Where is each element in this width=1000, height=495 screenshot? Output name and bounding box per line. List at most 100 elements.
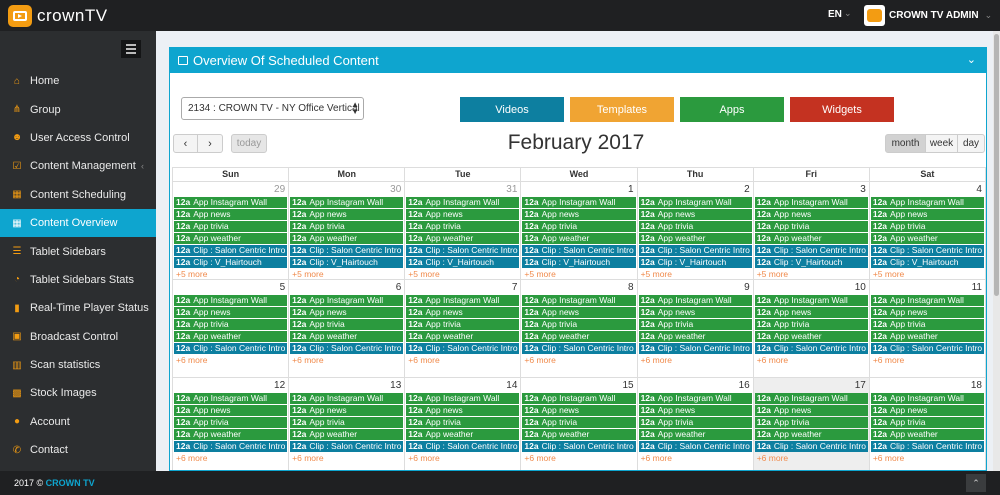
calendar-event[interactable]: 12a App Instagram Wall [870, 393, 984, 404]
calendar-event[interactable]: 12a App news [290, 209, 404, 220]
calendar-event[interactable]: 12a App Instagram Wall [870, 295, 984, 306]
calendar-event[interactable]: 12a App weather [754, 331, 868, 342]
calendar-event[interactable]: 12a App weather [522, 429, 636, 440]
calendar-event[interactable]: 12a App Instagram Wall [638, 393, 752, 404]
calendar-day[interactable]: 16 12a App Instagram Wall 12a App news 12a App… [638, 378, 754, 470]
calendar-event[interactable]: 12a Clip : Salon Centric Intro [870, 343, 984, 354]
calendar-event[interactable]: 12a App news [754, 307, 868, 318]
more-events-link[interactable]: +6 more [290, 355, 403, 366]
day-number[interactable]: 8 [628, 282, 634, 293]
calendar-day[interactable]: 9 12a App Instagram Wall 12a App news 12a App … [638, 280, 754, 377]
calendar-event[interactable]: 12a Clip : Salon Centric Intro [174, 343, 288, 354]
page-scrollbar[interactable] [993, 31, 1000, 471]
calendar-event[interactable]: 12a Clip : V_Hairtouch [754, 257, 868, 268]
calendar-event[interactable]: 12a App news [638, 307, 752, 318]
day-number[interactable]: 4 [976, 184, 982, 195]
calendar-event[interactable]: 12a App weather [754, 429, 868, 440]
today-button[interactable]: today [231, 134, 267, 153]
day-number[interactable]: 31 [506, 184, 517, 195]
calendar-event[interactable]: 12a App weather [290, 233, 404, 244]
calendar-day[interactable]: 30 12a App Instagram Wall 12a App news 12a App… [289, 182, 406, 279]
calendar-event[interactable]: 12a App news [870, 405, 984, 416]
calendar-event[interactable]: 12a App trivia [638, 417, 752, 428]
calendar-event[interactable]: 12a Clip : Salon Centric Intro [290, 343, 404, 354]
calendar-event[interactable]: 12a Clip : Salon Centric Intro [406, 343, 520, 354]
calendar-event[interactable]: 12a App trivia [638, 319, 752, 330]
widgets-button[interactable]: Widgets [790, 97, 894, 122]
calendar-event[interactable]: 12a App news [522, 209, 636, 220]
calendar-day[interactable]: 3 12a App Instagram Wall 12a App news 12a App … [754, 182, 870, 279]
calendar-event[interactable]: 12a App news [406, 307, 520, 318]
calendar-event[interactable]: 12a App news [870, 307, 984, 318]
calendar-event[interactable]: 12a App trivia [290, 221, 404, 232]
calendar-event[interactable]: 12a App news [406, 209, 520, 220]
calendar-event[interactable]: 12a App Instagram Wall [522, 197, 636, 208]
calendar-event[interactable]: 12a App trivia [870, 319, 984, 330]
calendar-event[interactable]: 12a Clip : Salon Centric Intro [754, 343, 868, 354]
calendar-event[interactable]: 12a App trivia [290, 319, 404, 330]
videos-button[interactable]: Videos [460, 97, 564, 122]
more-events-link[interactable]: +6 more [871, 355, 984, 366]
day-number[interactable]: 15 [622, 380, 633, 391]
calendar-event[interactable]: 12a App weather [870, 429, 984, 440]
calendar-day[interactable]: 14 12a App Instagram Wall 12a App news 12a App… [405, 378, 522, 470]
more-events-link[interactable]: +6 more [290, 453, 403, 464]
calendar-event[interactable]: 12a Clip : Salon Centric Intro [522, 343, 636, 354]
calendar-event[interactable]: 12a Clip : V_Hairtouch [174, 257, 288, 268]
calendar-event[interactable]: 12a App trivia [174, 221, 288, 232]
calendar-event[interactable]: 12a App news [290, 405, 404, 416]
calendar-day[interactable]: 17 12a App Instagram Wall 12a App news 12a App… [753, 378, 870, 470]
calendar-event[interactable]: 12a App weather [754, 233, 868, 244]
crowntv-logo[interactable]: crownTV [8, 4, 108, 28]
user-menu[interactable]: CROWN TV ADMIN ⌄ [864, 4, 992, 26]
more-events-link[interactable]: +5 more [406, 269, 519, 279]
calendar-day[interactable]: 4 12a App Instagram Wall 12a App news 12a App … [870, 182, 985, 279]
day-view-button[interactable]: day [957, 134, 985, 153]
calendar-event[interactable]: 12a App weather [522, 233, 636, 244]
display-select[interactable]: 2134 : CROWN TV - NY Office Vertical ▲ ▼ [181, 97, 364, 120]
calendar-day[interactable]: 10 12a App Instagram Wall 12a App news 12a App… [754, 280, 870, 377]
calendar-event[interactable]: 12a App news [174, 405, 288, 416]
calendar-event[interactable]: 12a App trivia [406, 221, 520, 232]
more-events-link[interactable]: +6 more [639, 355, 752, 366]
scrollbar-thumb[interactable] [994, 34, 999, 296]
day-number[interactable]: 13 [390, 380, 401, 391]
menu-toggle-icon[interactable] [121, 40, 141, 58]
sidebar-item-tablet-sidebars-stats[interactable]: ◔ Tablet Sidebars Stats [0, 266, 156, 294]
calendar-event[interactable]: 12a App weather [406, 233, 520, 244]
calendar-event[interactable]: 12a App weather [290, 429, 404, 440]
month-view-button[interactable]: month [885, 134, 926, 153]
calendar-event[interactable]: 12a App news [522, 405, 636, 416]
calendar-event[interactable]: 12a App news [870, 209, 984, 220]
calendar-event[interactable]: 12a App trivia [522, 417, 636, 428]
calendar-event[interactable]: 12a App Instagram Wall [638, 197, 752, 208]
calendar-event[interactable]: 12a App Instagram Wall [522, 295, 636, 306]
day-number[interactable]: 29 [274, 184, 285, 195]
calendar-event[interactable]: 12a App Instagram Wall [754, 197, 868, 208]
calendar-event[interactable]: 12a App Instagram Wall [870, 197, 984, 208]
calendar-event[interactable]: 12a App news [174, 307, 288, 318]
collapse-chevron-icon[interactable]: ⌄ [967, 53, 976, 66]
more-events-link[interactable]: +5 more [755, 269, 868, 279]
calendar-day[interactable]: 15 12a App Instagram Wall 12a App news 12a App… [521, 378, 638, 470]
calendar-day[interactable]: 29 12a App Instagram Wall 12a App news 12a App… [173, 182, 290, 279]
calendar-day[interactable]: 5 12a App Instagram Wall 12a App news 12a App … [173, 280, 290, 377]
calendar-event[interactable]: 12a App Instagram Wall [290, 393, 404, 404]
calendar-event[interactable]: 12a Clip : Salon Centric Intro [870, 441, 984, 452]
day-number[interactable]: 1 [628, 184, 634, 195]
sidebar-item-real-time-player-status[interactable]: ▮ Real-Time Player Status [0, 294, 156, 322]
day-number[interactable]: 18 [971, 380, 982, 391]
calendar-event[interactable]: 12a Clip : V_Hairtouch [870, 257, 984, 268]
calendar-event[interactable]: 12a Clip : Salon Centric Intro [638, 441, 752, 452]
day-number[interactable]: 3 [860, 184, 866, 195]
calendar-event[interactable]: 12a App Instagram Wall [754, 393, 868, 404]
footer-brand-link[interactable]: CROWN TV [46, 478, 95, 488]
calendar-event[interactable]: 12a App trivia [174, 417, 288, 428]
calendar-event[interactable]: 12a Clip : Salon Centric Intro [870, 245, 984, 256]
templates-button[interactable]: Templates [570, 97, 674, 122]
calendar-event[interactable]: 12a App trivia [870, 417, 984, 428]
more-events-link[interactable]: +6 more [755, 453, 868, 464]
sidebar-item-account[interactable]: ● Account [0, 408, 156, 436]
more-events-link[interactable]: +6 more [522, 355, 635, 366]
sidebar-item-content-overview[interactable]: ▦ Content Overview [0, 208, 156, 238]
